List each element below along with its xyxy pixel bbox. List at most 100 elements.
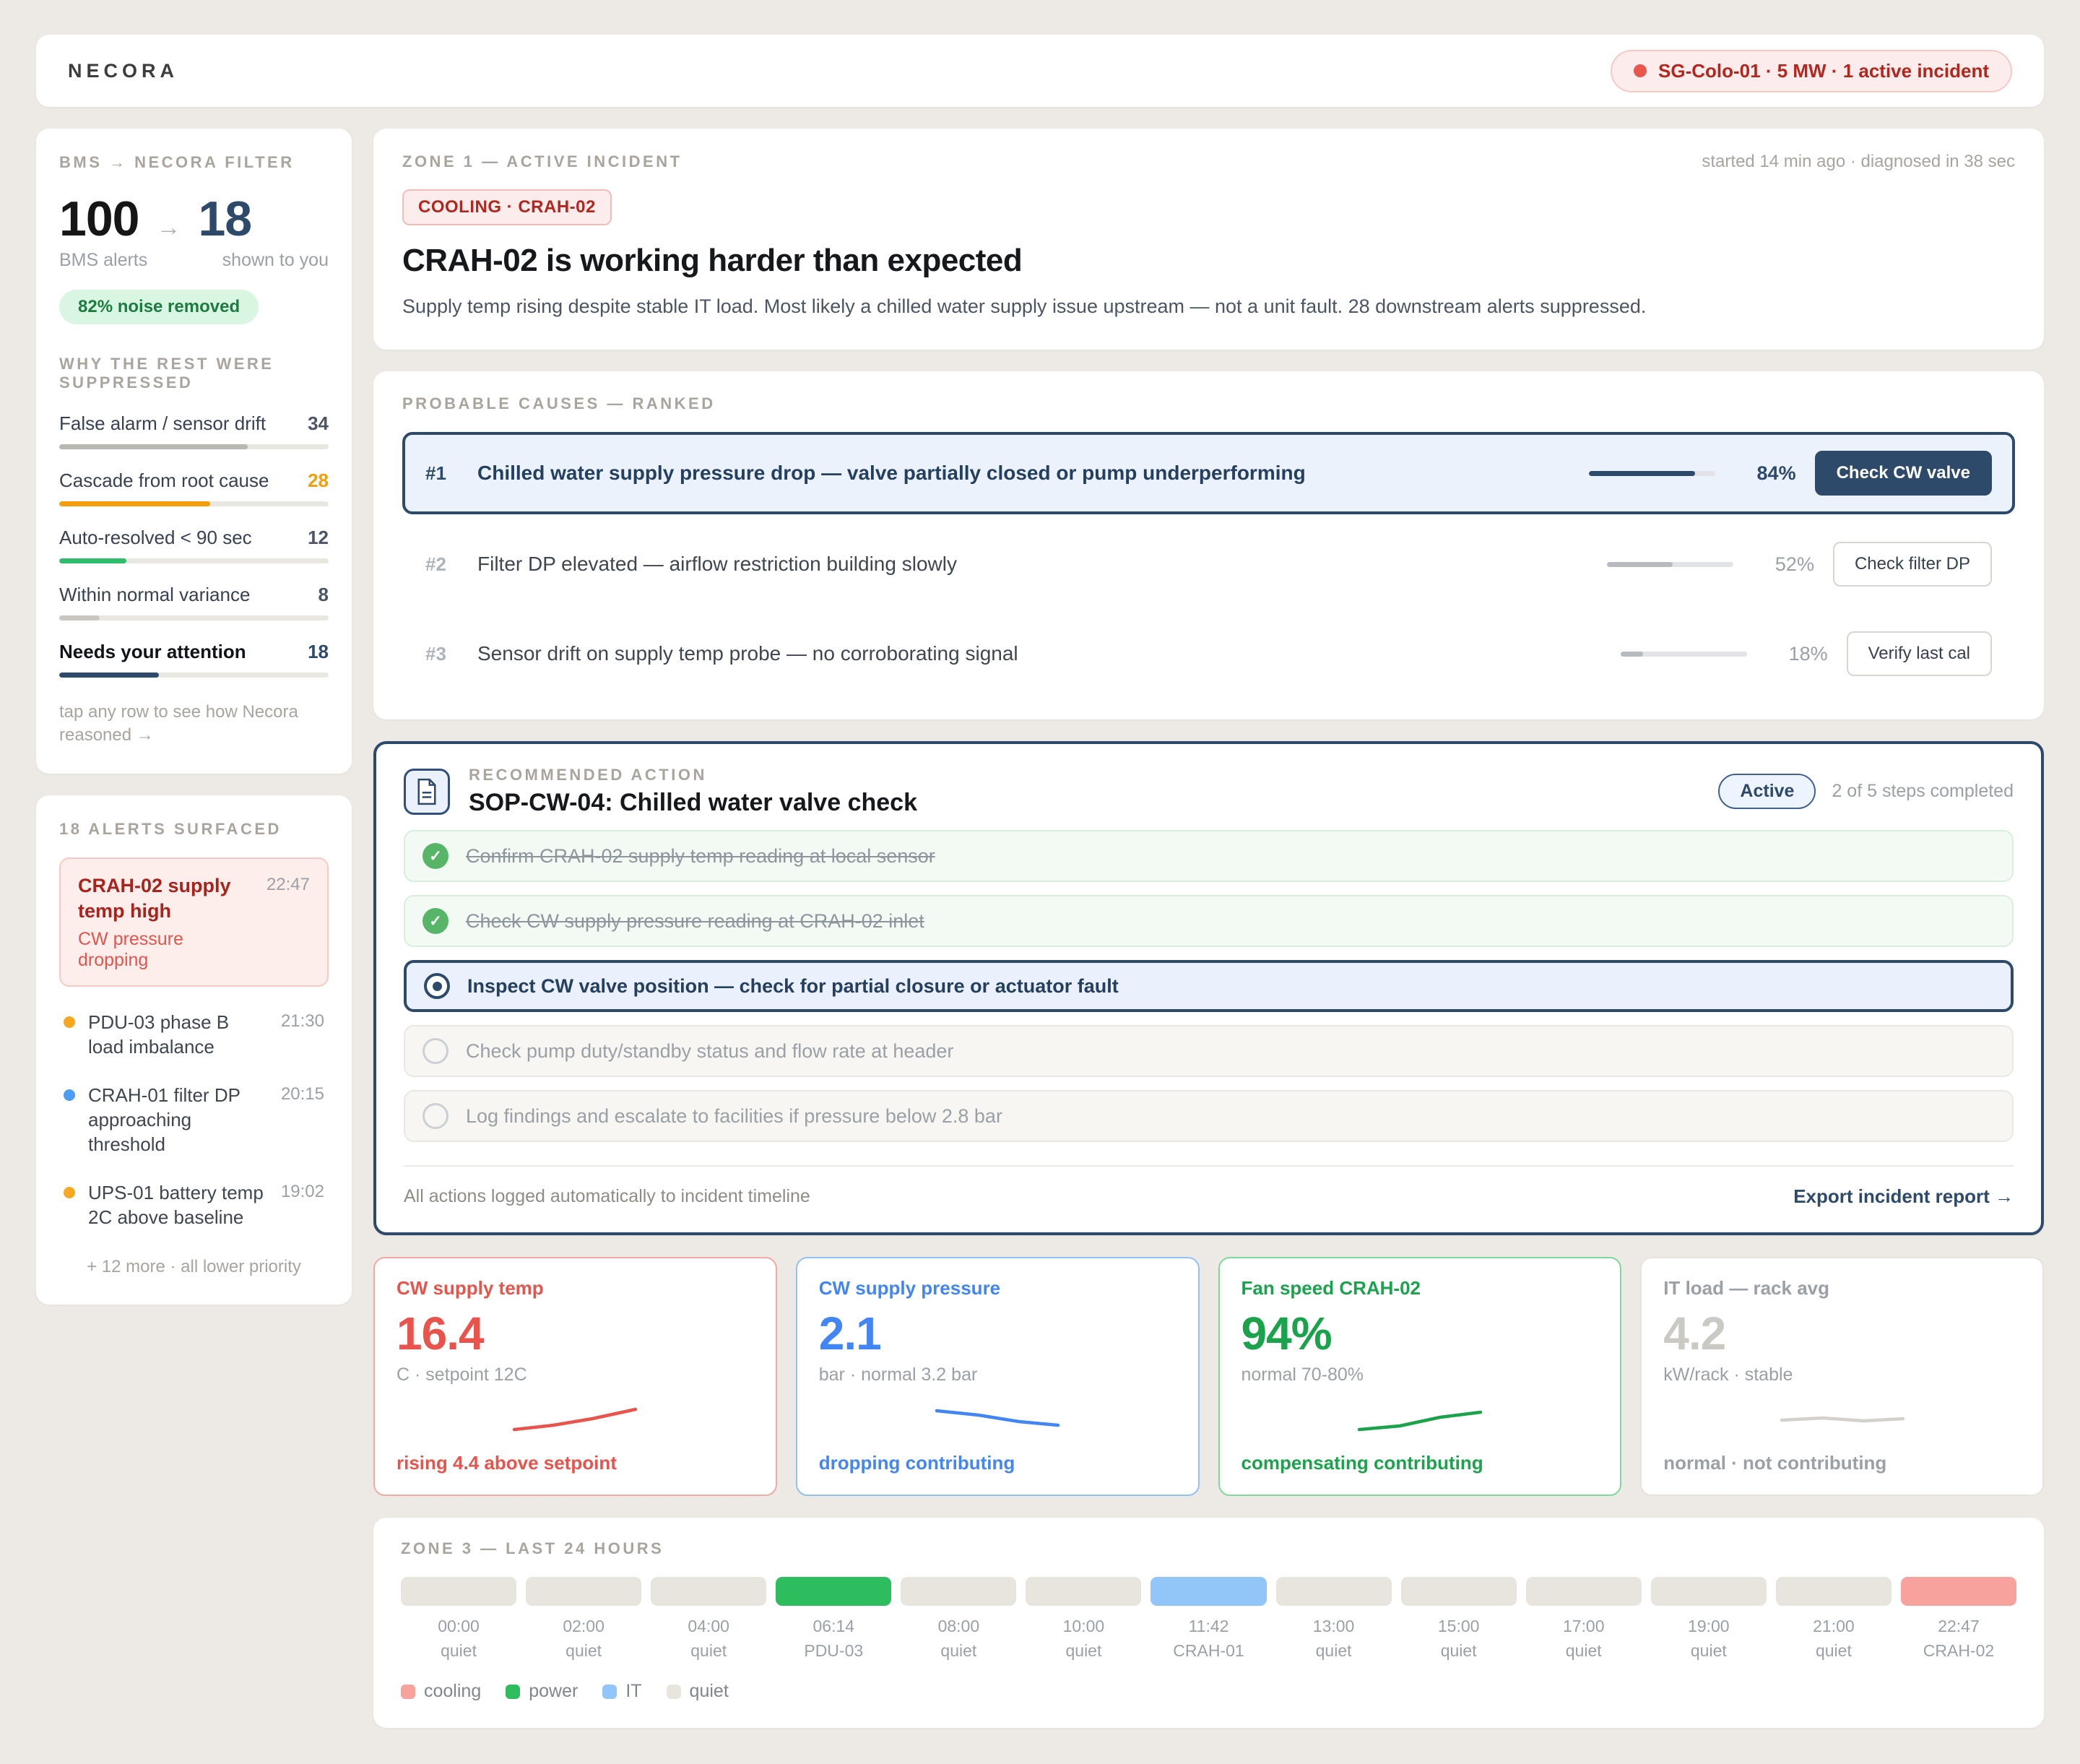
metric-subtitle: bar · normal 3.2 bar [819,1365,1176,1385]
step-status-icon [424,973,450,999]
suppression-reason-row[interactable]: Within normal variance 8 [59,584,329,621]
cause-row[interactable]: #3 Sensor drift on supply temp probe — n… [402,614,2015,693]
timeline-block-label: quiet [1651,1641,1767,1661]
timeline-block-time: 02:00 [526,1617,641,1636]
incident-category-badge: COOLING · CRAH-02 [402,189,612,225]
alert-priority-dot [64,1187,75,1198]
suppression-reason-label: Needs your attention [59,641,246,663]
legend-swatch [602,1685,617,1699]
sop-status-pill: Active [1718,774,1816,809]
arrow-right-icon: → [156,214,181,242]
alert-list-item[interactable]: CRAH-01 filter DP approaching threshold … [59,1083,329,1157]
timeline-block[interactable]: 15:00 quiet [1401,1577,1517,1661]
timeline-block[interactable]: 00:00 quiet [401,1577,516,1661]
active-incident-card: ZONE 1 — ACTIVE INCIDENT started 14 min … [373,129,2044,350]
confidence-percent: 52% [1752,553,1814,576]
timeline-block-label: CRAH-02 [1901,1641,2016,1661]
metric-subtitle: kW/rack · stable [1663,1365,2021,1385]
metric-trend-label: rising 4.4 above setpoint [396,1452,754,1474]
alert-list-item[interactable]: PDU-03 phase B load imbalance 21:30 [59,1010,329,1060]
timeline-block[interactable]: 02:00 quiet [526,1577,641,1661]
alerts-more-link[interactable]: + 12 more · all lower priority [59,1257,329,1277]
step-status-icon [422,1038,448,1064]
sop-title: SOP-CW-04: Chilled water valve check [469,789,917,817]
timeline-block[interactable]: 17:00 quiet [1526,1577,1642,1661]
suppression-reason-list: False alarm / sensor drift 34 Cascade fr… [59,412,329,678]
suppression-reason-count: 34 [308,412,329,435]
timeline-block[interactable]: 08:00 quiet [901,1577,1016,1661]
alert-time: 20:15 [281,1083,324,1104]
timeline-block-label: quiet [526,1641,641,1661]
sop-step[interactable]: Inspect CW valve position — check for pa… [404,960,2014,1012]
timeline-block-bar [1651,1577,1767,1606]
timeline-block[interactable]: 10:00 quiet [1026,1577,1141,1661]
filter-panel-title: BMS → NECORA FILTER [59,153,329,172]
timeline-block-label: quiet [651,1641,766,1661]
export-incident-report-link[interactable]: Export incident report → [1793,1185,2014,1208]
timeline-section-title: ZONE 3 — LAST 24 HOURS [401,1539,2016,1558]
timeline-block[interactable]: 21:00 quiet [1776,1577,1892,1661]
recommended-action-card: RECOMMENDED ACTION SOP-CW-04: Chilled wa… [373,741,2044,1235]
metric-card: CW supply pressure 2.1 bar · normal 3.2 … [796,1257,1200,1496]
timeline-block-label: PDU-03 [776,1641,891,1661]
suppression-reason-row[interactable]: Cascade from root cause 28 [59,470,329,506]
sop-step-list: Confirm CRAH-02 supply temp reading at l… [404,830,2014,1142]
timeline-block-time: 22:47 [1901,1617,2016,1636]
metric-value: 16.4 [396,1307,754,1360]
cause-description: Sensor drift on supply temp probe — no c… [477,642,1602,665]
timeline-block[interactable]: 04:00 quiet [651,1577,766,1661]
bms-alert-count: 100 [59,191,139,247]
cause-action-button[interactable]: Check filter DP [1833,542,1992,587]
surfaced-alert-count: 18 [198,191,251,247]
timeline-block[interactable]: 19:00 quiet [1651,1577,1767,1661]
timeline-block-time: 13:00 [1276,1617,1392,1636]
step-description: Log findings and escalate to facilities … [466,1105,1002,1128]
incident-summary: Supply temp rising despite stable IT loa… [402,293,2015,319]
suppression-reason-row[interactable]: False alarm / sensor drift 34 [59,412,329,449]
confidence-bar-fill [1621,652,1644,657]
timeline-legend: cooling power IT quiet [401,1681,2016,1702]
legend-label: quiet [690,1681,729,1702]
metric-card-row: CW supply temp 16.4 C · setpoint 12C ris… [373,1257,2044,1496]
legend-swatch [667,1685,681,1699]
timeline-block[interactable]: 22:47 CRAH-02 [1901,1577,2016,1661]
timeline-block-bar [526,1577,641,1606]
suppression-reason-label: Cascade from root cause [59,470,269,492]
alert-priority-dot [64,1016,75,1028]
alert-time: 21:30 [281,1010,324,1032]
alert-list-item[interactable]: CRAH-02 supply temp high CW pressure dro… [59,857,329,987]
metric-sparkline [1351,1403,1488,1436]
suppression-reason-label: Auto-resolved < 90 sec [59,527,252,549]
alert-time: 19:02 [281,1180,324,1202]
site-status-badge[interactable]: SG-Colo-01 · 5 MW · 1 active incident [1611,50,2012,92]
suppression-bar-track [59,444,329,449]
timeline-block-bar [1401,1577,1517,1606]
alert-title: CRAH-02 supply temp high [78,873,254,925]
suppression-reason-row[interactable]: Needs your attention 18 [59,641,329,678]
suppression-bar-track [59,615,329,621]
timeline-block-time: 04:00 [651,1617,766,1636]
sop-section-label: RECOMMENDED ACTION [469,766,917,784]
metric-trend-label: dropping contributing [819,1452,1176,1474]
timeline-block[interactable]: 06:14 PDU-03 [776,1577,891,1661]
cause-action-button[interactable]: Check CW valve [1815,451,1992,496]
cause-row[interactable]: #1 Chilled water supply pressure drop — … [402,432,2015,514]
sop-step[interactable]: Confirm CRAH-02 supply temp reading at l… [404,830,2014,882]
sop-step[interactable]: Check CW supply pressure reading at CRAH… [404,895,2014,947]
timeline-block-bar [1150,1577,1266,1606]
metric-sparkline [1774,1403,1911,1436]
suppression-reason-row[interactable]: Auto-resolved < 90 sec 12 [59,527,329,563]
timeline-block[interactable]: 11:42 CRAH-01 [1150,1577,1266,1661]
sop-step[interactable]: Log findings and escalate to facilities … [404,1090,2014,1142]
metric-trend-label: compensating contributing [1242,1452,1599,1474]
cause-action-button[interactable]: Verify last cal [1847,631,1992,676]
suppression-reason-label: Within normal variance [59,584,250,606]
sop-step[interactable]: Check pump duty/standby status and flow … [404,1025,2014,1077]
metric-sparkline [929,1403,1066,1436]
alert-title: CRAH-01 filter DP approaching threshold [88,1083,268,1157]
timeline-block[interactable]: 13:00 quiet [1276,1577,1392,1661]
timeline-block-label: quiet [1026,1641,1141,1661]
alert-list-item[interactable]: UPS-01 battery temp 2C above baseline 19… [59,1180,329,1230]
cause-row[interactable]: #2 Filter DP elevated — airflow restrict… [402,524,2015,604]
zone-timeline-card: ZONE 3 — LAST 24 HOURS 00:00 quiet 02:00… [373,1518,2044,1728]
